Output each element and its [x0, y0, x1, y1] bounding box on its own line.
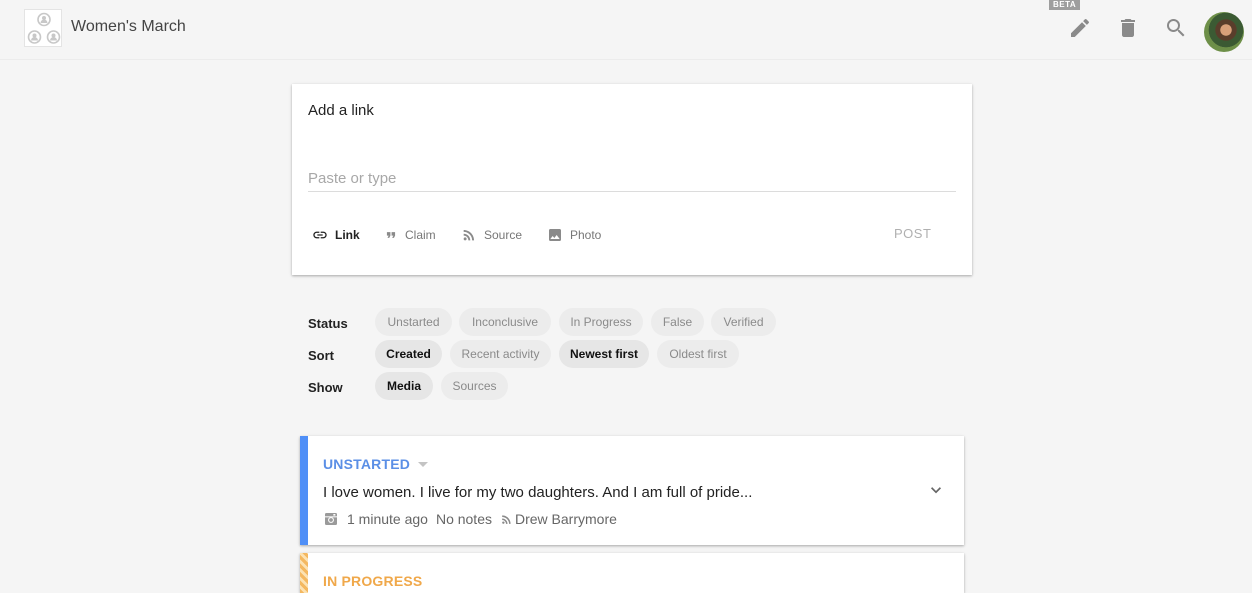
claim-tab[interactable]: Claim	[384, 226, 436, 244]
status-stripe	[300, 436, 308, 545]
team-avatar-icon	[27, 12, 61, 44]
show-chip-sources[interactable]: Sources	[441, 372, 508, 400]
source-tab[interactable]: Source	[461, 226, 522, 244]
status-chip-unstarted[interactable]: Unstarted	[375, 308, 452, 336]
media-status[interactable]: UNSTARTED	[323, 456, 410, 472]
link-icon	[313, 231, 327, 239]
source-tab-label: Source	[484, 228, 523, 242]
sort-filter-label: Sort	[308, 348, 334, 363]
team-name[interactable]: Women's March	[71, 18, 186, 36]
search-icon[interactable]	[1164, 16, 1188, 40]
media-title[interactable]: I love women. I live for my two daughter…	[323, 484, 752, 501]
sort-chip-recent-activity[interactable]: Recent activity	[450, 340, 551, 368]
show-filter-label: Show	[308, 380, 343, 395]
user-avatar[interactable]	[1204, 12, 1244, 52]
photo-tab-label: Photo	[570, 228, 602, 242]
media-notes[interactable]: No notes	[436, 511, 492, 527]
post-button[interactable]: POST	[894, 226, 931, 241]
link-tab[interactable]: Link	[312, 226, 360, 244]
photo-tab[interactable]: Photo	[547, 226, 601, 244]
app-header: Women's March BETA	[0, 0, 1252, 60]
add-link-title: Add a link	[308, 102, 374, 119]
media-card[interactable]: UNSTARTED I love women. I live for my tw…	[300, 436, 964, 545]
sort-chip-created[interactable]: Created	[375, 340, 442, 368]
chevron-down-icon[interactable]	[926, 480, 946, 500]
team-logo[interactable]	[24, 9, 62, 47]
status-chip-in-progress[interactable]: In Progress	[559, 308, 643, 336]
quote-icon	[386, 232, 396, 238]
status-caret-icon[interactable]	[418, 462, 428, 467]
trash-icon[interactable]	[1116, 16, 1140, 40]
media-status[interactable]: IN PROGRESS	[323, 573, 422, 589]
instagram-icon	[325, 513, 337, 525]
status-chip-false[interactable]: False	[651, 308, 704, 336]
status-stripe	[300, 553, 308, 593]
status-chip-inconclusive[interactable]: Inconclusive	[459, 308, 551, 336]
media-meta: 1 minute ago No notes Drew Barrymore	[323, 511, 617, 527]
status-chip-verified[interactable]: Verified	[711, 308, 776, 336]
status-filter-label: Status	[308, 316, 348, 331]
pencil-icon[interactable]	[1068, 16, 1092, 40]
show-chip-media[interactable]: Media	[375, 372, 433, 400]
claim-tab-label: Claim	[405, 228, 436, 242]
rss-icon	[502, 514, 511, 524]
link-input[interactable]	[308, 166, 956, 192]
link-tab-label: Link	[335, 228, 360, 242]
sort-chip-newest-first[interactable]: Newest first	[559, 340, 649, 368]
image-icon	[549, 229, 561, 241]
beta-badge: BETA	[1049, 0, 1081, 10]
media-card[interactable]: IN PROGRESS	[300, 553, 964, 593]
rss-icon	[463, 229, 475, 241]
add-link-card: Add a link Link Claim Source Photo POST	[292, 84, 972, 275]
media-source[interactable]: Drew Barrymore	[515, 511, 617, 527]
media-time[interactable]: 1 minute ago	[347, 511, 428, 527]
sort-chip-oldest-first[interactable]: Oldest first	[657, 340, 739, 368]
